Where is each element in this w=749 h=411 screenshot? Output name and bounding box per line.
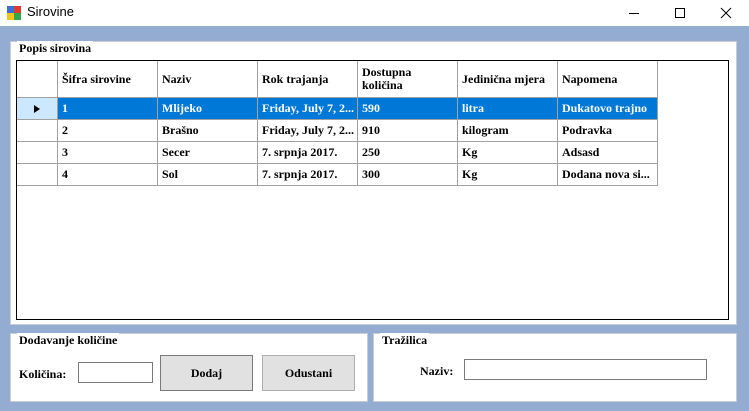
window-title: Sirovine <box>27 4 74 19</box>
trazilica-group-label: Tražilica <box>380 333 430 347</box>
dodaj-button[interactable]: Dodaj <box>160 355 253 391</box>
table-cell[interactable]: Secer <box>158 142 258 164</box>
table-cell[interactable]: kilogram <box>458 120 558 142</box>
dodavanje-group-label: Dodavanje količine <box>17 333 120 347</box>
col-header-sifra[interactable]: Šifra sirovine <box>58 61 158 98</box>
kolicina-label: Količina: <box>19 367 67 381</box>
table-cell[interactable]: 910 <box>358 120 458 142</box>
table-cell[interactable]: Dodana nova si... <box>558 164 658 186</box>
naziv-search-input[interactable] <box>464 359 707 380</box>
table-cell[interactable]: Friday, July 7, 2... <box>258 120 358 142</box>
table-cell[interactable]: Friday, July 7, 2... <box>258 98 358 120</box>
col-header-napomena[interactable]: Napomena <box>558 61 658 98</box>
close-icon <box>720 7 732 19</box>
naziv-label: Naziv: <box>420 364 454 378</box>
minimize-icon <box>629 13 639 14</box>
popis-group-label: Popis sirovina <box>17 41 94 55</box>
col-header-jedinicna-mjera[interactable]: Jedinična mjera <box>458 61 558 98</box>
close-button[interactable] <box>703 0 749 26</box>
grid-corner-header <box>17 61 58 98</box>
table-cell[interactable]: litra <box>458 98 558 120</box>
table-cell[interactable]: Adsasd <box>558 142 658 164</box>
table-cell[interactable]: 590 <box>358 98 458 120</box>
title-bar[interactable]: Sirovine <box>0 0 749 26</box>
table-cell[interactable]: Sol <box>158 164 258 186</box>
table-cell[interactable]: 300 <box>358 164 458 186</box>
table-cell[interactable]: 7. srpnja 2017. <box>258 164 358 186</box>
table-cell[interactable]: 1 <box>58 98 158 120</box>
table-cell[interactable]: 7. srpnja 2017. <box>258 142 358 164</box>
table-cell[interactable]: Kg <box>458 142 558 164</box>
table-cell[interactable]: Mlijeko <box>158 98 258 120</box>
table-cell[interactable]: 3 <box>58 142 158 164</box>
col-header-naziv[interactable]: Naziv <box>158 61 258 98</box>
row-header[interactable] <box>17 164 58 186</box>
col-header-dostupna-kolicina-label: Dostupna količina <box>362 65 412 92</box>
col-header-dostupna-kolicina[interactable]: Dostupna količina <box>358 61 458 98</box>
sirovine-grid[interactable]: Šifra sirovine Naziv Rok trajanja Dostup… <box>16 60 729 320</box>
minimize-button[interactable] <box>611 0 657 26</box>
table-cell[interactable]: Podravka <box>558 120 658 142</box>
table-cell[interactable]: Brašno <box>158 120 258 142</box>
table-cell[interactable]: Kg <box>458 164 558 186</box>
table-cell[interactable]: 2 <box>58 120 158 142</box>
row-header[interactable] <box>17 120 58 142</box>
maximize-icon <box>675 8 685 18</box>
kolicina-input[interactable] <box>78 362 153 383</box>
row-header[interactable] <box>17 142 58 164</box>
table-cell[interactable]: Dukatovo trajno <box>558 98 658 120</box>
current-row-arrow-icon <box>34 104 40 113</box>
maximize-button[interactable] <box>657 0 703 26</box>
app-icon <box>7 6 21 20</box>
col-header-rok-trajanja[interactable]: Rok trajanja <box>258 61 358 98</box>
row-header-selected[interactable] <box>17 98 58 120</box>
odustani-button[interactable]: Odustani <box>262 355 355 391</box>
table-cell[interactable]: 4 <box>58 164 158 186</box>
table-cell[interactable]: 250 <box>358 142 458 164</box>
